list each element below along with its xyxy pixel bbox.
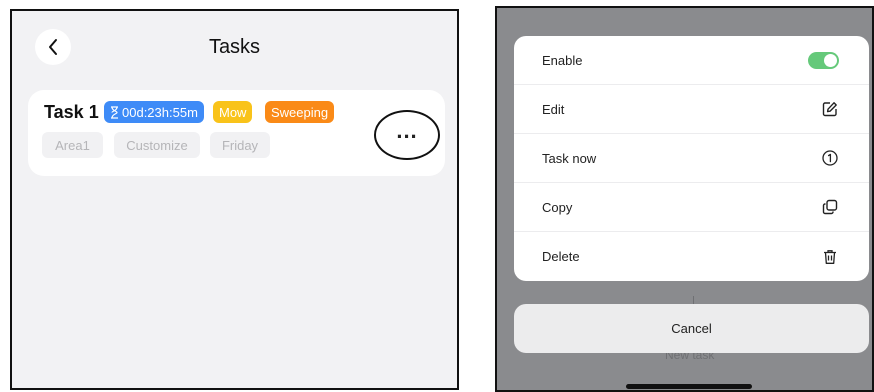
action-sheet: Enable Edit Task now Copy Delete [514,36,869,281]
page-title: Tasks [208,36,261,58]
home-indicator [626,384,752,389]
copy-icon [821,198,839,216]
tag-day: Friday [210,132,270,158]
menu-label-edit: Edit [542,101,565,117]
tag-area: Area1 [42,132,103,158]
ellipsis-icon: ... [396,118,418,143]
more-options-button[interactable]: ... [374,110,440,160]
action-sheet-screen: New task Enable Edit Task now Copy Delet… [495,6,874,392]
menu-item-enable[interactable]: Enable [514,36,869,85]
menu-label-delete: Delete [542,249,580,264]
mode-badge-mow: Mow [213,101,253,123]
task-card[interactable]: Task 1 00d:23h:55m Mow Sweeping Area1 Cu… [28,90,445,176]
task-name: Task 1 [44,102,99,122]
timer-value: 00d:23h:55m [122,104,198,120]
menu-label-enable: Enable [542,52,583,68]
hourglass-icon [111,105,118,119]
menu-label-copy: Copy [542,199,573,215]
timer-badge: 00d:23h:55m [104,101,204,123]
cancel-button[interactable]: Cancel [514,304,869,353]
menu-label-task-now: Task now [542,150,597,166]
enable-toggle[interactable] [808,51,839,69]
edit-icon [821,100,839,118]
menu-item-task-now[interactable]: Task now [514,134,869,183]
mode-badge-sweeping: Sweeping [265,101,335,123]
menu-item-delete[interactable]: Delete [514,232,869,281]
tasks-screen: Tasks Task 1 00d:23h:55m Mow Sweeping Ar… [10,9,459,390]
menu-item-edit[interactable]: Edit [514,85,869,134]
tag-customize: Customize [114,132,200,158]
trash-icon [821,248,839,266]
number-one-icon [821,149,839,167]
menu-item-copy[interactable]: Copy [514,183,869,232]
